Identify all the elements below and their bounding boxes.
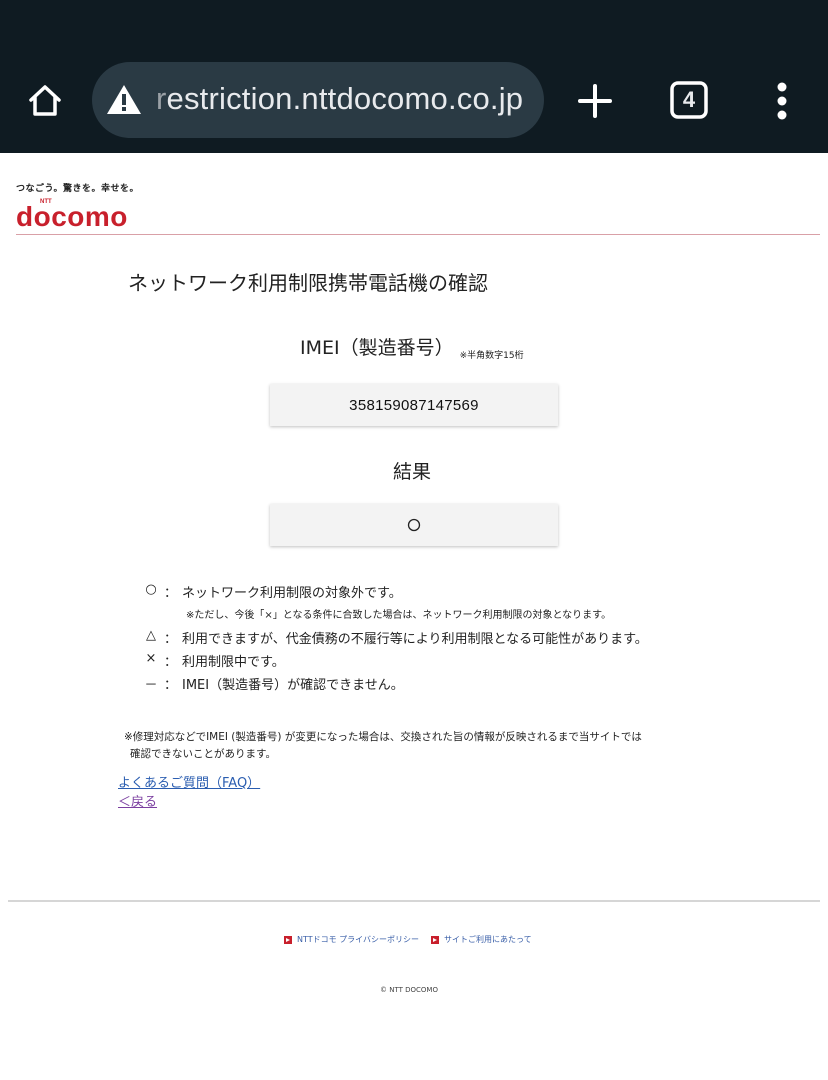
- legend-text: 利用制限中です。: [182, 655, 285, 670]
- footnote: ※修理対応などでIMEI (製造番号) が変更になった場合は、交換された旨の情報…: [124, 729, 724, 763]
- back-link[interactable]: ＜戻る: [118, 791, 157, 810]
- imei-note: ※半角数字15桁: [459, 351, 524, 361]
- faq-link[interactable]: よくあるご質問（FAQ）: [118, 772, 260, 791]
- imei-label: IMEI（製造番号） ※半角数字15桁: [300, 333, 524, 361]
- legend-symbol: ×: [145, 651, 157, 666]
- result-label: 結果: [393, 461, 432, 483]
- overflow-menu-button[interactable]: [765, 78, 799, 124]
- plus-icon: [578, 84, 612, 118]
- page-title: ネットワーク利用制限携帯電話機の確認: [128, 271, 488, 295]
- tab-count: 4: [682, 87, 696, 112]
- header-divider: [16, 234, 820, 235]
- legend-symbol: ○: [145, 582, 157, 597]
- imei-label-text: IMEI（製造番号）: [300, 337, 454, 359]
- browser-toolbar: restriction.nttdocomo.co.jp 4: [0, 0, 828, 153]
- logo-docomo-text: docomo: [16, 201, 128, 231]
- site-usage-link[interactable]: サイトご利用にあたって: [431, 934, 532, 945]
- footnote-line-1: ※修理対応などでIMEI (製造番号) が変更になった場合は、交換された旨の情報…: [124, 731, 642, 743]
- legend-symbol: －: [144, 678, 158, 693]
- legend-sub-note: ※ただし、今後「×」となる条件に合致した場合は、ネットワーク利用制限の対象となり…: [186, 610, 612, 621]
- address-bar[interactable]: restriction.nttdocomo.co.jp: [92, 62, 544, 138]
- imei-input[interactable]: 358159087147569: [270, 384, 558, 426]
- url-text[interactable]: restriction.nttdocomo.co.jp: [156, 81, 523, 117]
- arrow-right-icon: [431, 935, 439, 944]
- more-vert-icon: [777, 82, 787, 120]
- docomo-logo[interactable]: NTT docomo: [16, 195, 146, 231]
- tab-switcher-button[interactable]: 4: [668, 79, 710, 121]
- footnote-line-2: 確認できないことがあります。: [130, 748, 276, 760]
- copyright: © NTT DOCOMO: [380, 986, 438, 994]
- home-button[interactable]: [22, 78, 68, 124]
- legend-colon: ：: [164, 678, 178, 693]
- url-prefix: r: [156, 81, 167, 116]
- legend-text: 利用できますが、代金債務の不履行等により利用制限となる可能性があります。: [182, 632, 648, 647]
- warning-icon[interactable]: [104, 80, 144, 120]
- legend-colon: ：: [164, 586, 178, 601]
- legend-text: ネットワーク利用制限の対象外です。: [182, 586, 402, 601]
- arrow-right-icon: [284, 935, 292, 944]
- home-icon: [29, 85, 61, 116]
- legend-text: IMEI（製造番号）が確認できません。: [182, 678, 404, 693]
- url-domain: estriction.nttdocomo.co.jp: [166, 81, 524, 116]
- footer-divider: [8, 900, 820, 902]
- legend-colon: ：: [164, 632, 178, 647]
- privacy-policy-label: NTTドコモ プライバシーポリシー: [297, 935, 419, 944]
- legend-symbol: △: [146, 628, 156, 643]
- result-box: [270, 504, 558, 546]
- privacy-policy-link[interactable]: NTTドコモ プライバシーポリシー: [284, 934, 419, 945]
- result-circle-icon: [407, 518, 421, 532]
- legend-colon: ：: [164, 655, 178, 670]
- footer-links: NTTドコモ プライバシーポリシー サイトご利用にあたって: [284, 934, 544, 945]
- site-usage-label: サイトご利用にあたって: [444, 935, 532, 944]
- new-tab-button[interactable]: [572, 78, 618, 124]
- brand-tagline: つなごう。驚きを。幸せを。: [16, 184, 139, 194]
